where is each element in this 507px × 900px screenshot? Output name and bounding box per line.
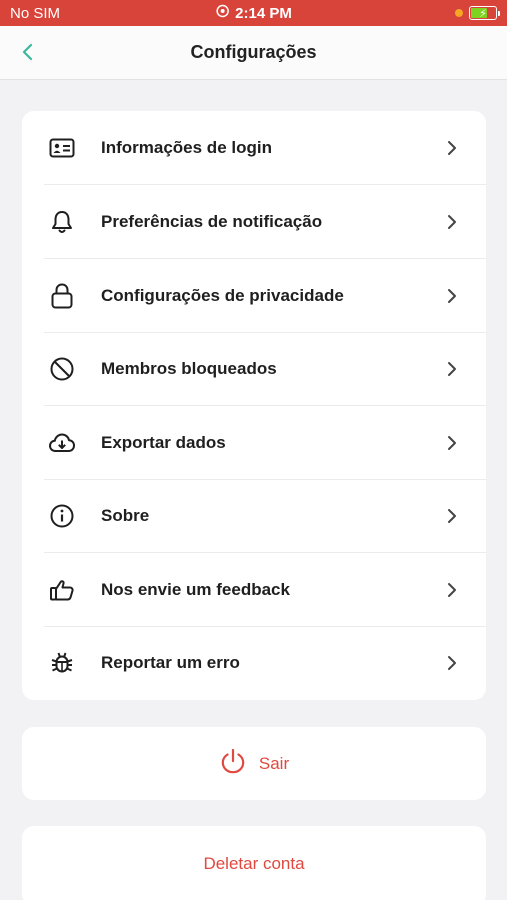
status-time: 2:14 PM [235, 4, 292, 22]
lock-icon [48, 282, 76, 310]
menu-item-send-feedback[interactable]: Nos envie um feedback [22, 553, 486, 627]
chevron-right-icon [444, 212, 460, 232]
chevron-right-icon [444, 653, 460, 673]
menu-item-report-bug[interactable]: Reportar um erro [22, 626, 486, 700]
battery-icon: ⚡ [469, 6, 500, 20]
chevron-right-icon [444, 506, 460, 526]
privacy-indicator-dot [455, 9, 463, 17]
menu-item-notification-preferences[interactable]: Preferências de notificação [22, 185, 486, 259]
delete-account-button[interactable]: Deletar conta [22, 826, 486, 900]
logout-label: Sair [258, 753, 290, 773]
status-time-group: 2:14 PM [215, 4, 292, 22]
logout-button[interactable]: Sair [22, 727, 486, 800]
block-icon [48, 355, 76, 383]
navigation-bar: Configurações [0, 26, 507, 80]
menu-item-export-data[interactable]: Exportar dados [22, 406, 486, 480]
menu-item-login-info[interactable]: Informações de login [22, 111, 486, 185]
settings-menu-card: Informações de login Preferências de not… [22, 111, 486, 700]
chevron-right-icon [444, 138, 460, 158]
menu-item-about[interactable]: Sobre [22, 479, 486, 553]
menu-item-blocked-members[interactable]: Membros bloqueados [22, 332, 486, 406]
chevron-right-icon [444, 286, 460, 306]
id-card-icon [48, 134, 76, 162]
menu-item-label: Nos envie um feedback [101, 579, 290, 599]
chevron-right-icon [444, 433, 460, 453]
menu-item-label: Preferências de notificação [101, 211, 323, 231]
back-button[interactable] [14, 38, 42, 66]
menu-item-label: Reportar um erro [101, 652, 240, 672]
menu-item-label: Sobre [101, 505, 150, 525]
chevron-left-icon [22, 43, 33, 61]
status-bar: No SIM 2:14 PM ⚡ [0, 0, 507, 26]
bell-icon [48, 208, 76, 236]
chevron-right-icon [444, 359, 460, 379]
power-icon [219, 747, 247, 780]
info-icon [48, 502, 76, 530]
thumbs-up-icon [48, 576, 76, 604]
alarm-icon [215, 4, 229, 22]
menu-item-label: Configurações de privacidade [101, 285, 344, 305]
charging-bolt-icon: ⚡ [479, 7, 487, 20]
status-indicators: ⚡ [455, 6, 500, 20]
menu-item-label: Membros bloqueados [101, 358, 277, 378]
menu-item-privacy-settings[interactable]: Configurações de privacidade [22, 259, 486, 333]
bug-icon [48, 649, 76, 677]
delete-account-label: Deletar conta [203, 854, 305, 873]
page-title: Configurações [190, 42, 317, 62]
cloud-download-icon [48, 429, 76, 457]
carrier-label: No SIM [10, 4, 61, 22]
menu-item-label: Informações de login [101, 137, 272, 157]
chevron-right-icon [444, 580, 460, 600]
menu-item-label: Exportar dados [101, 432, 226, 452]
